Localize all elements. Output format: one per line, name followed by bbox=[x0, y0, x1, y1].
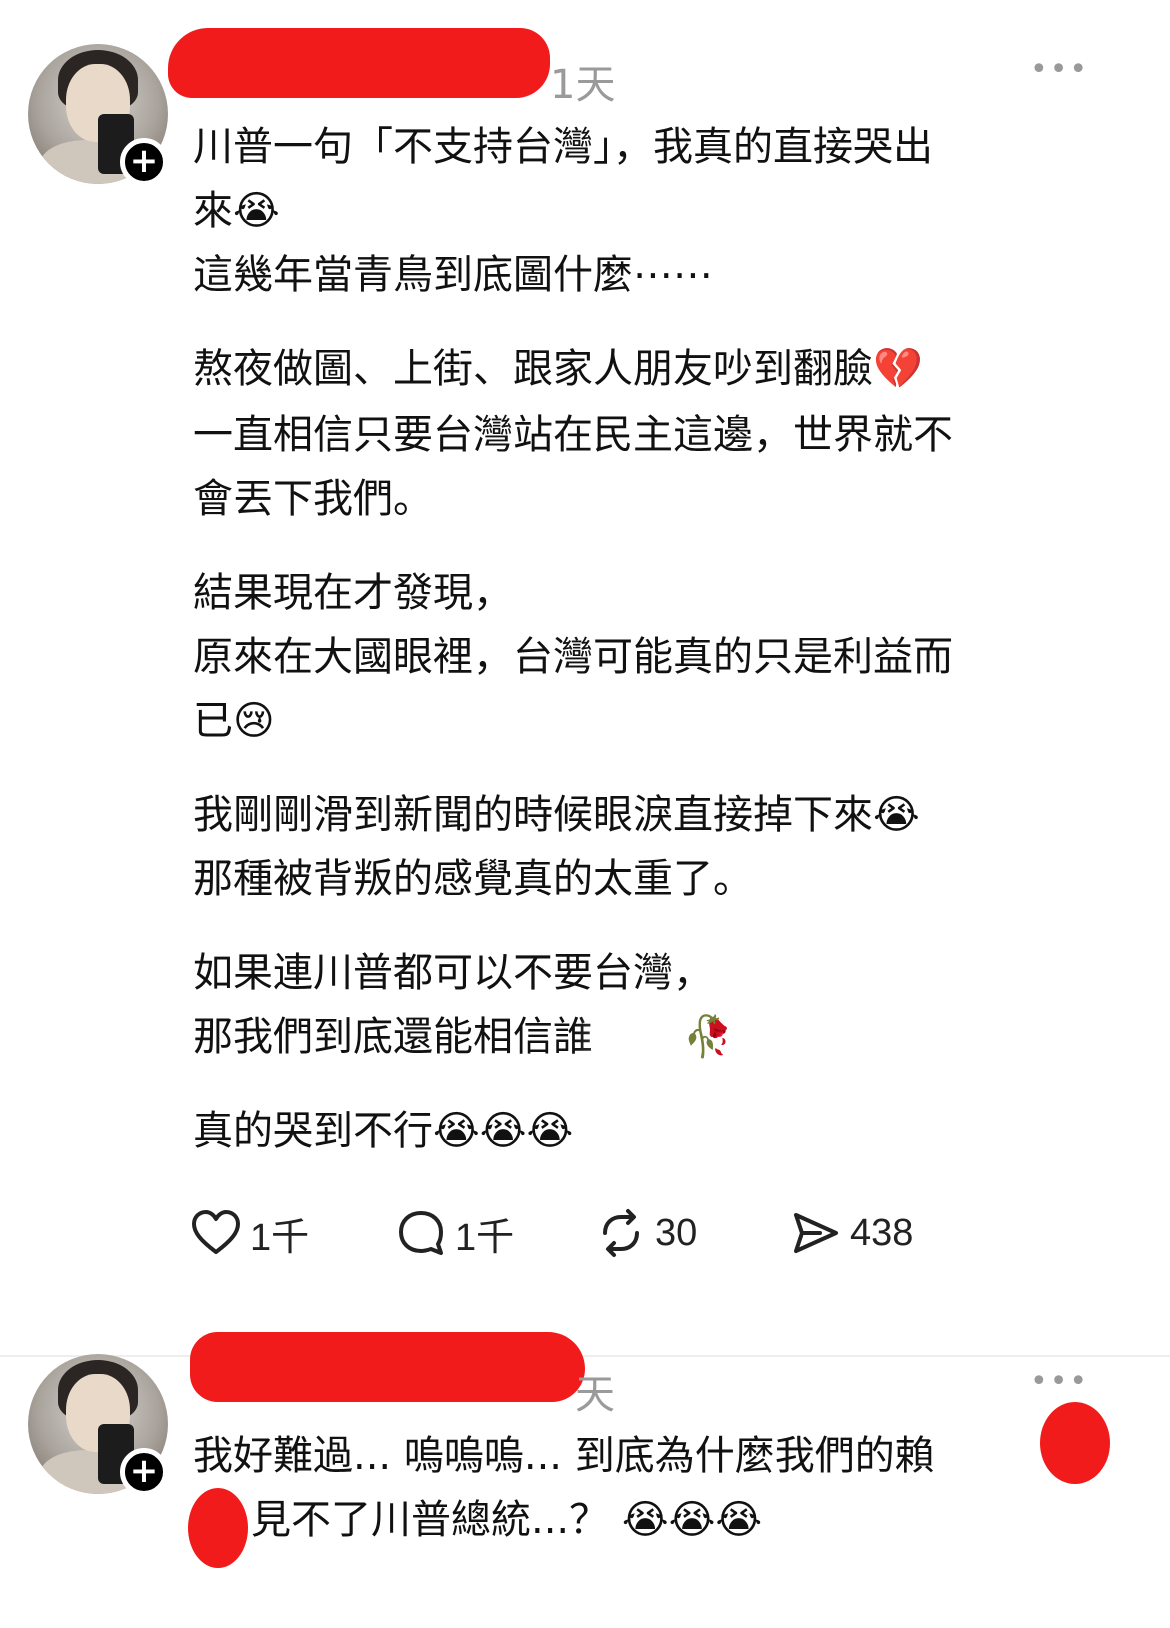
redacted-username bbox=[190, 1332, 585, 1402]
post-line: 這幾年當青鳥到底圖什麼⋯⋯ bbox=[193, 252, 713, 298]
more-horizontal-icon[interactable]: ••• bbox=[1030, 52, 1089, 87]
repost-count: 30 bbox=[655, 1211, 698, 1254]
post-line: 如果連川普都可以不要台灣， bbox=[193, 950, 713, 996]
more-horizontal-icon[interactable]: ••• bbox=[1030, 1364, 1089, 1399]
post-time: 天 bbox=[575, 1372, 615, 1418]
post-line: 來😭 bbox=[193, 188, 280, 234]
post-line-faded: 那我們到底還能相信誰 🥀 bbox=[193, 1014, 733, 1060]
post-line: 真的哭到不行😭😭😭 bbox=[193, 1108, 574, 1154]
wilted-rose-icon: 🥀 bbox=[683, 1014, 733, 1060]
redacted-character bbox=[1040, 1402, 1110, 1484]
comment-button[interactable]: 1千 bbox=[395, 1205, 514, 1261]
post-line: 結果現在才發現， bbox=[193, 570, 513, 616]
like-count: 1千 bbox=[250, 1216, 310, 1259]
follow-plus-icon[interactable]: + bbox=[120, 1448, 168, 1496]
like-button[interactable]: 1千 bbox=[190, 1205, 309, 1261]
follow-plus-icon[interactable]: + bbox=[120, 138, 168, 186]
comment-icon bbox=[399, 1211, 443, 1255]
post-line: 原來在大國眼裡，台灣可能真的只是利益而 bbox=[193, 634, 953, 680]
post-1: + 1天 ••• 川普一句「不支持台灣」，我真的直接哭出 來😭 這幾年當青鳥到底… bbox=[0, 0, 1170, 1355]
post-line: 川普一句「不支持台灣」，我真的直接哭出 bbox=[193, 124, 933, 170]
comment-count: 1千 bbox=[455, 1216, 515, 1259]
post-line: 那種被背叛的感覺真的太重了。 bbox=[193, 856, 753, 902]
post-line: 已😢 bbox=[193, 698, 275, 744]
repost-icon bbox=[603, 1209, 639, 1257]
post-line: 會丟下我們。 bbox=[193, 476, 433, 522]
post-line: 我好難過... 嗚嗚嗚... 到底為什麼我們的賴 bbox=[193, 1433, 935, 1479]
send-icon bbox=[794, 1213, 838, 1253]
post-divider bbox=[0, 1355, 1170, 1357]
post-2: + 天 ••• 我好難過... 嗚嗚嗚... 到底為什麼我們的賴 見不了川普總統… bbox=[0, 1332, 1170, 1628]
post-line: 我剛剛滑到新聞的時候眼淚直接掉下來😭 bbox=[193, 792, 920, 838]
post-line: 見不了川普總統...？ 😭😭😭 bbox=[251, 1497, 763, 1543]
post-line: 熬夜做圖、上街、跟家人朋友吵到翻臉💔 bbox=[193, 346, 923, 392]
repost-button[interactable]: 30 bbox=[595, 1205, 697, 1261]
post-time: 1天 bbox=[550, 62, 616, 108]
redacted-character bbox=[188, 1488, 248, 1568]
action-bar: 1千 1千 30 438 bbox=[190, 1205, 1090, 1261]
share-button[interactable]: 438 bbox=[790, 1205, 913, 1261]
post-line: 一直相信只要台灣站在民主這邊，世界就不 bbox=[193, 412, 953, 458]
redacted-username bbox=[168, 28, 550, 98]
share-count: 438 bbox=[850, 1211, 914, 1254]
heart-icon bbox=[192, 1210, 240, 1254]
